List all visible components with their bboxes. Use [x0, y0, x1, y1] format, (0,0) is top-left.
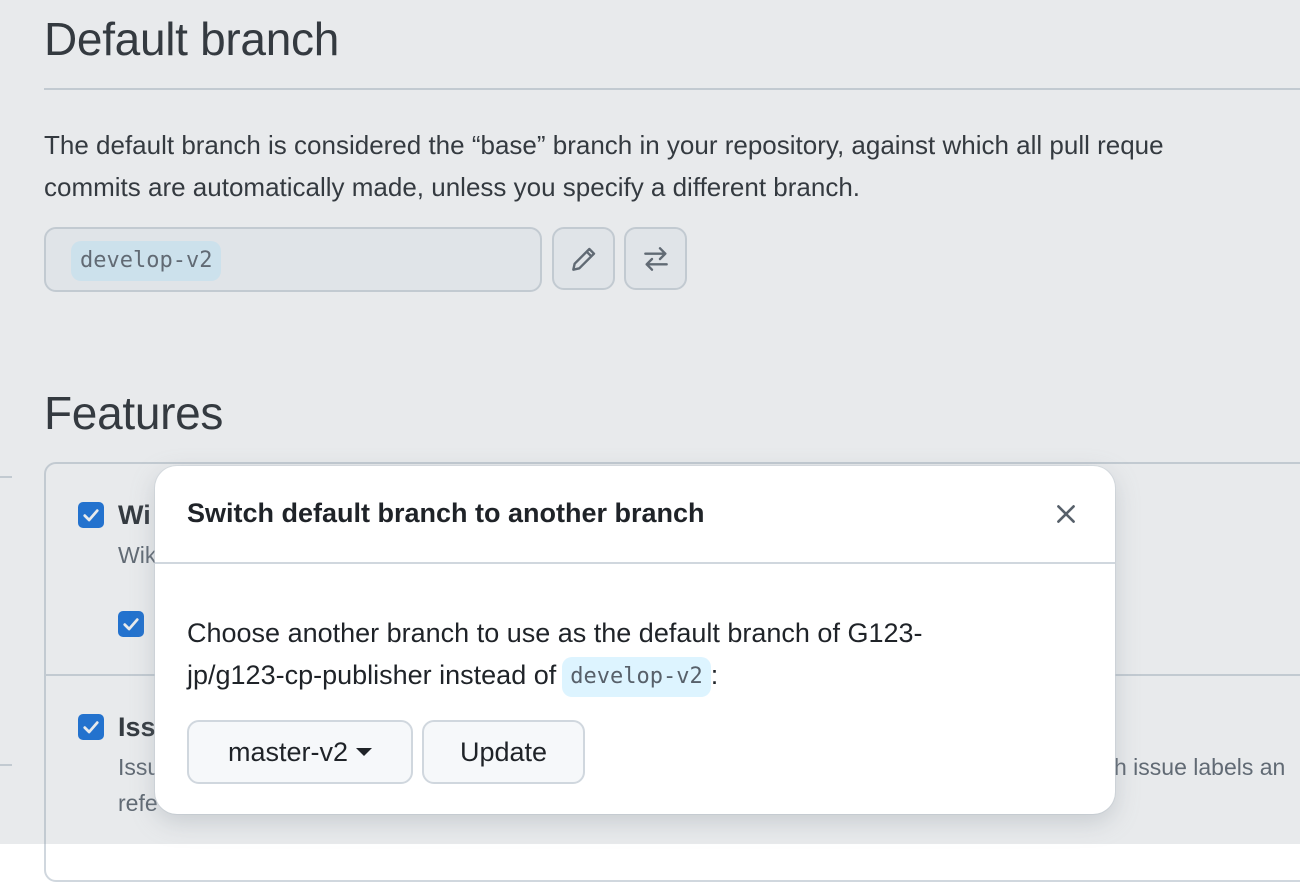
caret-down-icon [356, 748, 373, 756]
dialog-body-line-1: Choose another branch to use as the defa… [187, 618, 923, 648]
dialog-body: Choose another branch to use as the defa… [187, 612, 1007, 697]
x-icon [1057, 505, 1075, 523]
update-button[interactable]: Update [422, 720, 585, 784]
close-button[interactable] [1050, 498, 1082, 530]
dialog-divider [155, 562, 1115, 564]
branch-select-label: master-v2 [227, 736, 349, 767]
dialog-body-text: jp/g123-cp-publisher instead of [187, 660, 557, 690]
dialog-body-line-2: jp/g123-cp-publisher instead of develop-v… [187, 654, 1007, 697]
current-branch-code: develop-v2 [562, 656, 711, 697]
settings-page: Default branch The default branch is con… [0, 0, 1300, 882]
switch-branch-dialog: Switch default branch to another branch … [155, 466, 1115, 814]
branch-select-button[interactable]: master-v2 [187, 720, 413, 784]
dialog-title: Switch default branch to another branch [187, 498, 705, 528]
dialog-body-suffix: : [710, 660, 719, 690]
